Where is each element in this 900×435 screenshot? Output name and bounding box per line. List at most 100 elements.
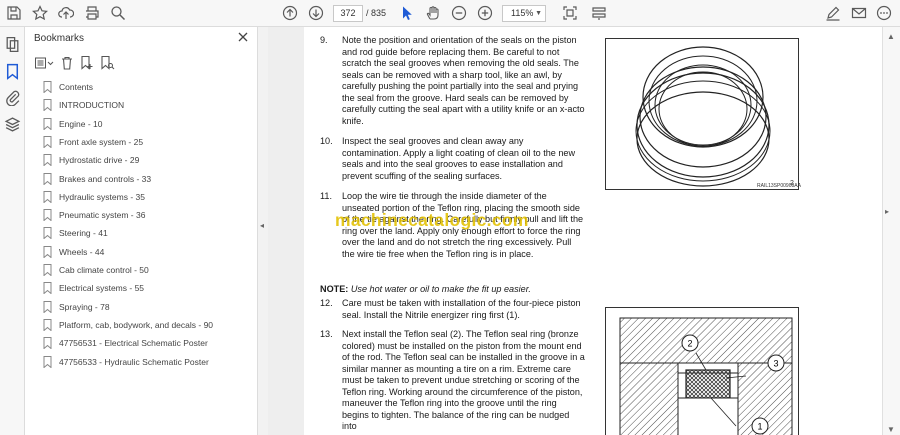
scroll-mode-icon[interactable] <box>590 4 608 22</box>
bookmark-label: Platform, cab, bodywork, and decals - 90 <box>59 319 214 330</box>
bookmark-label: Engine - 10 <box>59 118 103 129</box>
bookmark-item[interactable]: Wheels - 44 <box>43 243 104 261</box>
collapse-left-icon[interactable]: ◂ <box>260 221 264 230</box>
cross-section-illustration: 2 3 1 <box>619 317 793 435</box>
step-12: 12. Care must be taken with installation… <box>320 298 590 322</box>
next-page-icon[interactable] <box>307 4 325 22</box>
step-number: 13. <box>320 329 333 339</box>
bookmark-item[interactable]: Spraying - 78 <box>43 298 110 316</box>
step-number: 9. <box>320 35 328 45</box>
bookmarks-panel: Bookmarks Contents INTRODUCTION Engine -… <box>25 27 258 435</box>
bookmark-icon <box>43 300 52 313</box>
bookmark-icon <box>43 227 52 240</box>
bookmark-item[interactable]: Hydraulic systems - 35 <box>43 188 145 206</box>
zoom-level-select[interactable]: 115% ▼ <box>502 5 546 22</box>
page-thumbnails-icon[interactable] <box>4 36 21 53</box>
step-text: Loop the wire tie through the inside dia… <box>342 191 584 259</box>
callout-3: 3 <box>773 359 778 369</box>
bookmark-item[interactable]: Engine - 10 <box>43 115 102 133</box>
step-10: 10. Inspect the seal grooves and clean a… <box>320 136 590 184</box>
bookmarks-panel-icon[interactable] <box>4 63 21 80</box>
note-text: Use hot water or oil to make the fit up … <box>350 284 531 294</box>
bookmark-label: Front axle system - 25 <box>59 136 144 147</box>
bookmark-icon <box>43 337 52 350</box>
find-bookmark-icon[interactable] <box>99 55 115 71</box>
sign-pen-icon[interactable] <box>824 4 842 22</box>
bookmark-item[interactable]: Front axle system - 25 <box>43 133 143 151</box>
bookmark-item[interactable]: 47756533 - Hydraulic Schematic Poster <box>43 353 209 371</box>
layers-icon[interactable] <box>4 116 21 133</box>
step-text: Care must be taken with installation of … <box>342 298 581 320</box>
bookmark-item[interactable]: Brakes and controls - 33 <box>43 170 151 188</box>
collapse-right-icon[interactable]: ▸ <box>885 207 893 216</box>
upload-cloud-icon[interactable] <box>57 4 75 22</box>
step-number: 11. <box>320 191 332 201</box>
step-text: Inspect the seal grooves and clean away … <box>342 136 576 181</box>
bookmark-icon <box>43 245 52 258</box>
bookmark-item[interactable]: Platform, cab, bodywork, and decals - 90 <box>43 316 213 334</box>
delete-bookmark-icon[interactable] <box>59 55 75 71</box>
search-icon[interactable] <box>109 4 127 22</box>
vertical-scrollbar[interactable]: ▲ ▸ ▼ <box>882 27 900 435</box>
piston-seal-cross-section-figure: 2 3 1 <box>605 307 799 435</box>
bookmark-item[interactable]: INTRODUCTION <box>43 96 124 114</box>
step-text: Next install the Teflon seal (2). The Te… <box>342 329 585 431</box>
bookmark-item[interactable]: Cab climate control - 50 <box>43 261 149 279</box>
bookmark-options-icon[interactable] <box>34 55 54 71</box>
top-toolbar: 372 / 835 115% ▼ <box>0 0 900 27</box>
pdf-page: 9. Note the position and orientation of … <box>304 27 882 435</box>
bookmark-icon <box>43 209 52 222</box>
select-cursor-icon[interactable] <box>398 4 416 22</box>
step-9: 9. Note the position and orientation of … <box>320 35 590 131</box>
bookmark-label: INTRODUCTION <box>59 100 125 111</box>
bookmark-item[interactable]: Pneumatic system - 36 <box>43 206 145 224</box>
bookmark-item[interactable]: Electrical systems - 55 <box>43 279 144 297</box>
step-text: Note the position and orientation of the… <box>342 35 585 126</box>
note: NOTE: Use hot water or oil to make the f… <box>320 284 590 294</box>
bookmark-label: Hydrostatic drive - 29 <box>59 155 140 166</box>
bookmark-item[interactable]: Hydrostatic drive - 29 <box>43 151 139 169</box>
panel-splitter[interactable]: ◂ <box>258 27 268 435</box>
zoom-in-icon[interactable] <box>476 4 494 22</box>
hand-tool-icon[interactable] <box>424 4 442 22</box>
bookmark-item[interactable]: Contents <box>43 78 93 96</box>
bookmark-label: Contents <box>59 82 94 92</box>
previous-page-icon[interactable] <box>281 4 299 22</box>
attachments-icon[interactable] <box>4 89 21 107</box>
page-number-input[interactable]: 372 <box>333 5 363 22</box>
step-11: 11. Loop the wire tie through the inside… <box>320 191 590 275</box>
fit-page-icon[interactable] <box>561 4 579 22</box>
save-icon[interactable] <box>5 4 23 22</box>
callout-2: 2 <box>687 339 692 349</box>
bookmark-label: Hydraulic systems - 35 <box>59 191 145 202</box>
bookmark-label: Cab climate control - 50 <box>59 265 149 275</box>
figure-caption: RAIL13SP00908AA <box>757 183 801 189</box>
bookmark-item[interactable]: 47756531 - Electrical Schematic Poster <box>43 334 208 352</box>
bookmark-label: 47756533 - Hydraulic Schematic Poster <box>59 356 209 367</box>
bookmark-icon <box>43 318 52 331</box>
more-options-icon[interactable] <box>875 4 893 22</box>
zoom-out-icon[interactable] <box>450 4 468 22</box>
new-bookmark-icon[interactable] <box>79 55 95 71</box>
seal-ring-figure: RAIL13SP00908AA 2 <box>605 38 801 190</box>
bookmark-star-icon[interactable] <box>31 4 49 22</box>
bookmark-icon <box>43 117 52 130</box>
bookmark-label: 47756531 - Electrical Schematic Poster <box>59 338 208 349</box>
close-icon[interactable] <box>236 30 250 44</box>
scroll-down-icon[interactable]: ▼ <box>887 425 895 434</box>
note-label: NOTE: <box>320 284 349 294</box>
bookmark-label: Wheels - 44 <box>59 246 105 257</box>
chevron-down-icon: ▼ <box>535 10 542 17</box>
bookmark-label: Electrical systems - 55 <box>59 283 145 294</box>
step-13: 13. Next install the Teflon seal (2). Th… <box>320 329 590 435</box>
bookmark-label: Brakes and controls - 33 <box>59 173 152 184</box>
email-icon[interactable] <box>850 4 868 22</box>
seal-ring-illustration <box>635 46 771 187</box>
bookmark-label: Steering - 41 <box>59 228 108 239</box>
print-icon[interactable] <box>83 4 101 22</box>
step-number: 10. <box>320 136 333 146</box>
page-total: / 835 <box>366 8 387 18</box>
figure-number: 2 <box>790 180 794 187</box>
scroll-up-icon[interactable]: ▲ <box>887 32 895 41</box>
bookmark-item[interactable]: Steering - 41 <box>43 224 108 242</box>
